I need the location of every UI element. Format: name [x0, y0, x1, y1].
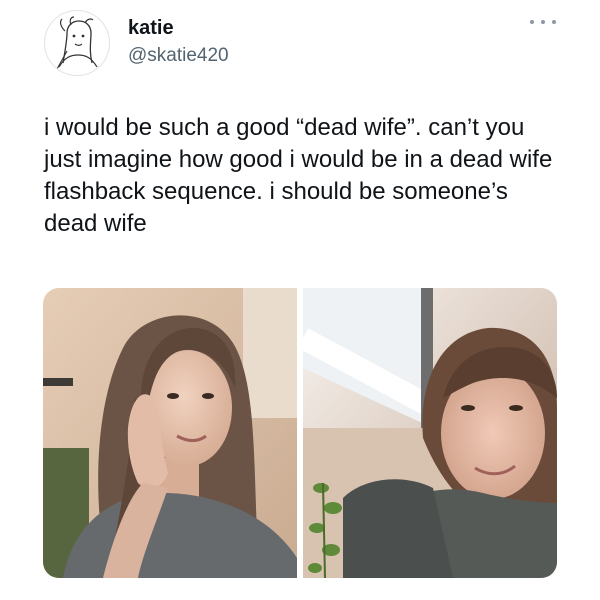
tweet-photo-2[interactable] [303, 288, 557, 578]
tweet-text: i would be such a good “dead wife”. can’… [44, 114, 553, 237]
selfie-photo [43, 288, 297, 578]
more-horizontal-icon[interactable] [530, 14, 556, 30]
dot-icon [541, 20, 545, 24]
line-drawing-avatar-icon [56, 16, 98, 70]
tweet-media-grid [43, 288, 557, 578]
dot-icon [552, 20, 556, 24]
avatar[interactable] [44, 10, 110, 76]
tweet: katie @skatie420 i would be such a good … [0, 0, 600, 600]
dot-icon [530, 20, 534, 24]
display-name[interactable]: katie [128, 16, 174, 40]
selfie-photo [303, 288, 557, 578]
user-handle[interactable]: @skatie420 [128, 44, 229, 68]
tweet-photo-1[interactable] [43, 288, 297, 578]
